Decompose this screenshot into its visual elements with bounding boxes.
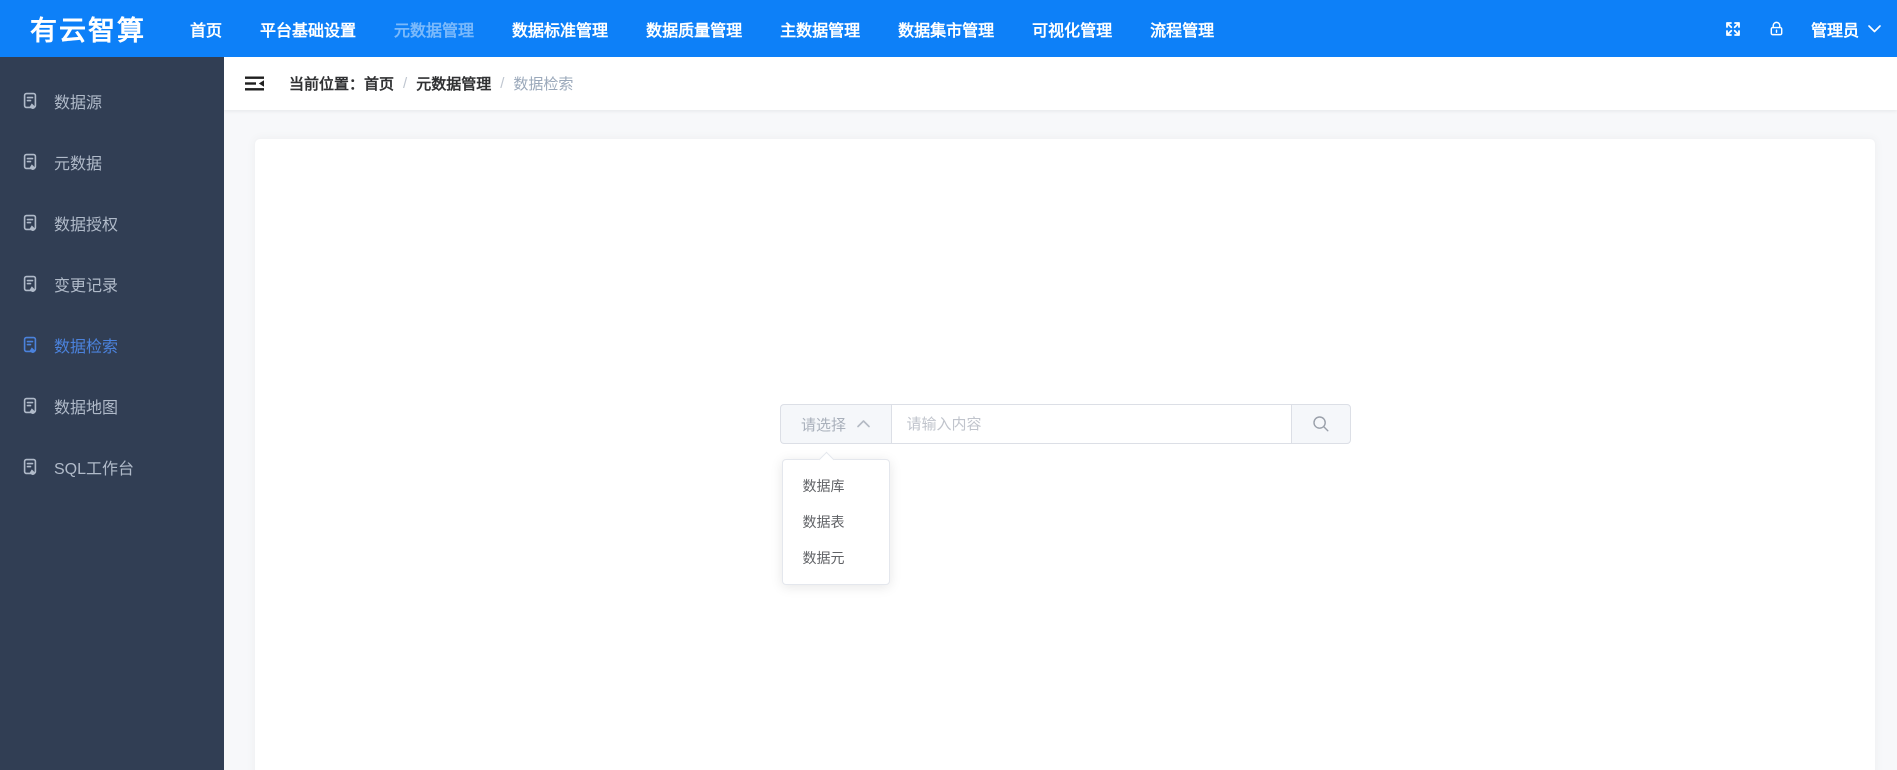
search-type-select[interactable]: 请选择 bbox=[779, 404, 891, 444]
search-icon bbox=[1311, 414, 1331, 434]
app-logo: 有云智算 bbox=[30, 16, 146, 46]
nav-item-metadata-mgmt[interactable]: 元数据管理 bbox=[394, 17, 474, 41]
topbar-right: 管理员 bbox=[1724, 17, 1881, 41]
document-edit-icon bbox=[22, 153, 40, 171]
breadcrumb-separator: / bbox=[500, 75, 505, 92]
sidebar-item-label: 数据检索 bbox=[54, 338, 119, 356]
breadcrumb-separator: / bbox=[403, 75, 408, 92]
document-edit-icon bbox=[22, 397, 40, 415]
nav-item-platform-settings[interactable]: 平台基础设置 bbox=[260, 17, 356, 41]
sidebar-item-sql-workbench[interactable]: SQL工作台 bbox=[0, 436, 224, 497]
app-screen: 有云智算 首页 平台基础设置 元数据管理 数据标准管理 数据质量管理 主数据管理… bbox=[0, 0, 1897, 770]
document-edit-icon bbox=[22, 275, 40, 293]
sidebar-item-change-log[interactable]: 变更记录 bbox=[0, 253, 224, 314]
topbar: 有云智算 首页 平台基础设置 元数据管理 数据标准管理 数据质量管理 主数据管理… bbox=[0, 0, 1897, 57]
sidebar-item-label: SQL工作台 bbox=[54, 460, 135, 478]
breadcrumb-item-current: 数据检索 bbox=[513, 76, 574, 93]
search-group: 请选择 请输入内容 数据库 数据表 数据元 bbox=[779, 404, 1351, 585]
nav-item-master-data-mgmt[interactable]: 主数据管理 bbox=[780, 17, 860, 41]
breadcrumb-item-metadata-mgmt[interactable]: 元数据管理 bbox=[416, 73, 491, 94]
dropdown-option-element[interactable]: 数据元 bbox=[783, 540, 889, 576]
document-edit-icon bbox=[22, 92, 40, 110]
breadcrumb-prefix: 当前位置： bbox=[289, 76, 365, 93]
search-input[interactable] bbox=[890, 404, 1292, 444]
user-menu[interactable]: 管理员 bbox=[1811, 17, 1881, 41]
top-nav: 首页 平台基础设置 元数据管理 数据标准管理 数据质量管理 主数据管理 数据集市… bbox=[190, 17, 1214, 41]
document-edit-icon bbox=[22, 458, 40, 476]
sidebar-item-label: 数据源 bbox=[54, 94, 103, 112]
select-placeholder: 请选择 bbox=[800, 416, 846, 434]
sidebar-item-label: 数据授权 bbox=[54, 216, 119, 234]
document-edit-icon bbox=[22, 214, 40, 232]
sidebar-item-data-search[interactable]: 数据检索 bbox=[0, 314, 224, 375]
dropdown-option-database[interactable]: 数据库 bbox=[783, 468, 889, 504]
main-content: 请选择 请输入内容 数据库 数据表 数据元 bbox=[224, 110, 1897, 770]
sidebar-item-datasource[interactable]: 数据源 bbox=[0, 70, 224, 131]
sidebar-item-data-map[interactable]: 数据地图 bbox=[0, 375, 224, 436]
fullscreen-icon[interactable] bbox=[1724, 20, 1742, 38]
content-card: 请选择 请输入内容 数据库 数据表 数据元 bbox=[254, 138, 1876, 770]
sidebar-item-metadata[interactable]: 元数据 bbox=[0, 131, 224, 192]
nav-item-data-standard-mgmt[interactable]: 数据标准管理 bbox=[512, 17, 608, 41]
sidebar-item-label: 变更记录 bbox=[54, 277, 119, 295]
nav-item-home[interactable]: 首页 bbox=[190, 17, 222, 41]
search-button[interactable] bbox=[1290, 404, 1351, 444]
nav-item-visualization-mgmt[interactable]: 可视化管理 bbox=[1032, 17, 1112, 41]
select-dropdown: 数据库 数据表 数据元 bbox=[781, 459, 890, 585]
document-edit-icon bbox=[22, 336, 40, 354]
page-header: 当前位置： 首页 / 元数据管理 / 数据检索 bbox=[224, 57, 1897, 110]
dropdown-option-table[interactable]: 数据表 bbox=[783, 504, 889, 540]
sidebar-item-label: 数据地图 bbox=[54, 399, 119, 417]
sidebar: 数据源 元数据 数据授权 变更记录 数据检索 数据地图 SQL工作台 bbox=[0, 57, 224, 770]
chevron-up-icon bbox=[857, 420, 870, 428]
chevron-down-icon bbox=[1868, 24, 1881, 33]
nav-item-data-mart-mgmt[interactable]: 数据集市管理 bbox=[898, 17, 994, 41]
lock-icon[interactable] bbox=[1768, 20, 1785, 37]
search-area: 请选择 请输入内容 数据库 数据表 数据元 bbox=[255, 139, 1875, 585]
sidebar-item-data-authorization[interactable]: 数据授权 bbox=[0, 192, 224, 253]
breadcrumb: 当前位置： 首页 / 元数据管理 / 数据检索 bbox=[289, 73, 573, 94]
sidebar-item-label: 元数据 bbox=[54, 155, 103, 173]
user-name: 管理员 bbox=[1810, 22, 1859, 40]
nav-item-process-mgmt[interactable]: 流程管理 bbox=[1150, 17, 1214, 41]
nav-item-data-quality-mgmt[interactable]: 数据质量管理 bbox=[646, 17, 742, 41]
breadcrumb-item-home[interactable]: 首页 bbox=[364, 73, 394, 94]
sidebar-collapse-icon[interactable] bbox=[243, 73, 266, 94]
